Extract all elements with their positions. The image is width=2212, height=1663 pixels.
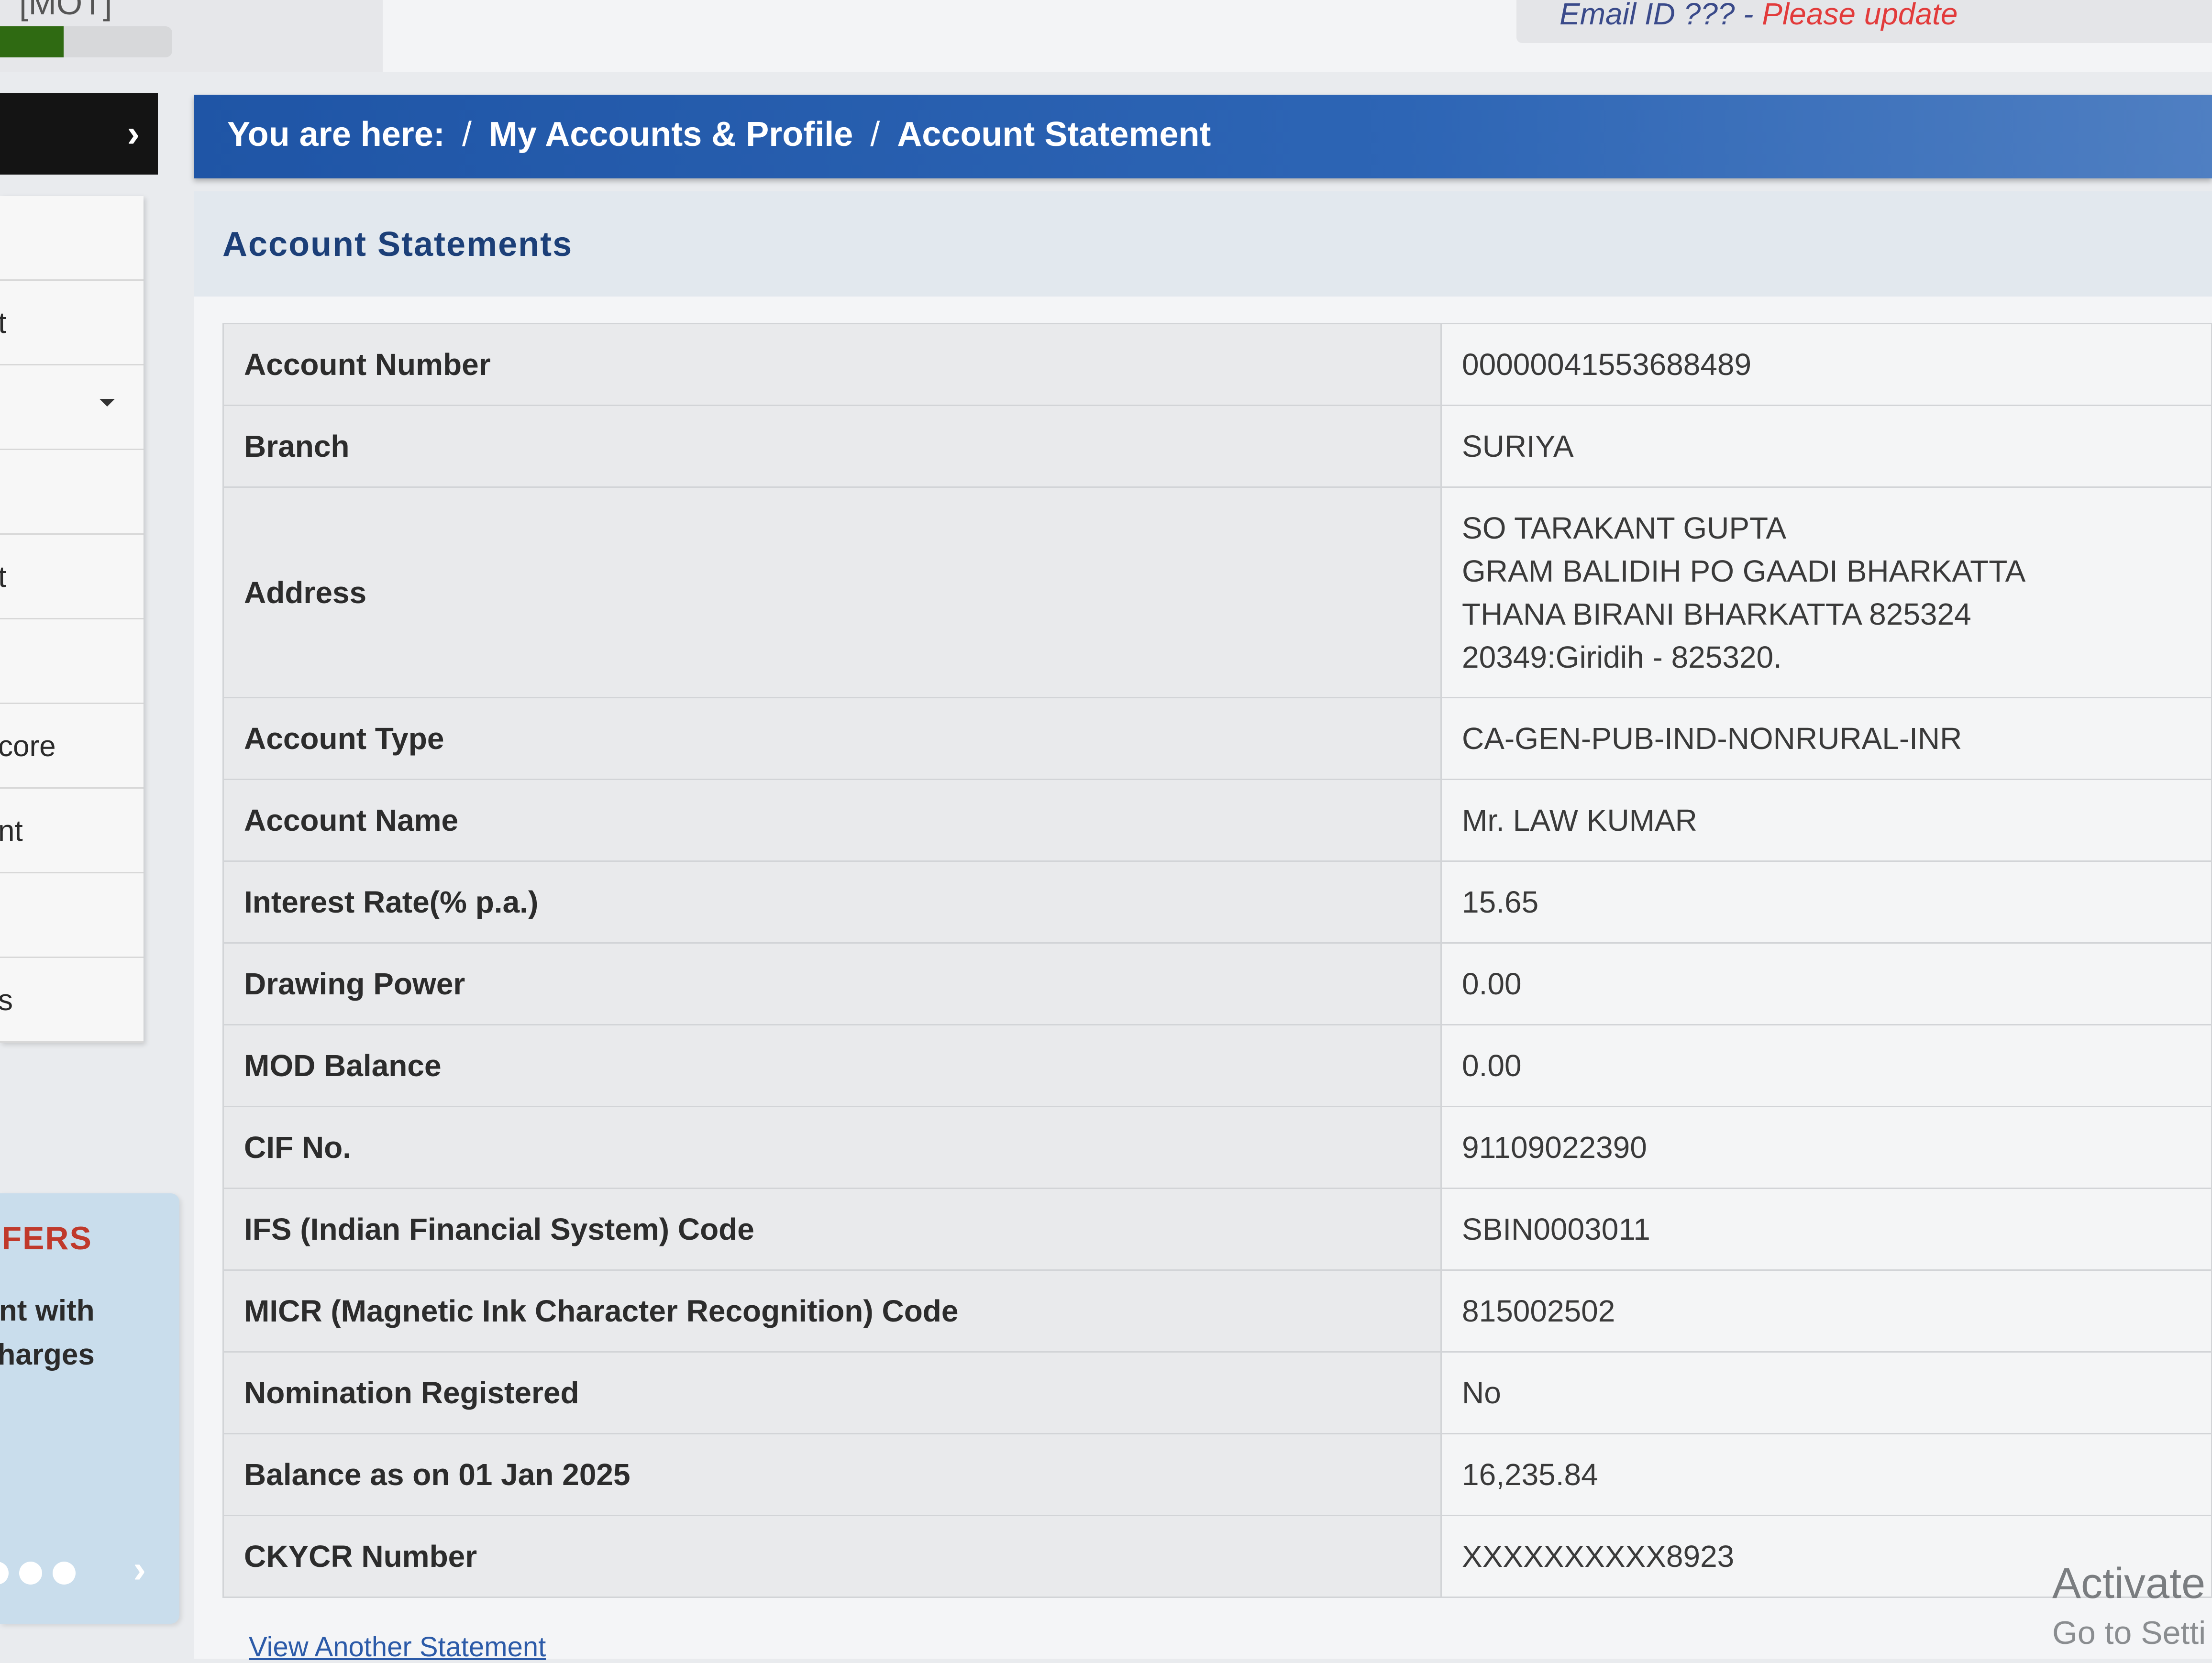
address-line: SO TARAKANT GUPTA <box>1462 510 1787 545</box>
sidebar-item[interactable] <box>0 619 144 704</box>
offers-panel[interactable]: FFERS unt with charges › <box>0 1193 179 1624</box>
table-row: MICR (Magnetic Ink Character Recognition… <box>222 1269 2212 1353</box>
left-sidebar: › t t core nt s FFERS unt with charges › <box>0 93 179 1659</box>
offers-title: FFERS <box>0 1220 92 1256</box>
field-label: CKYCR Number <box>222 1515 1442 1598</box>
table-row: Drawing Power 0.00 <box>222 942 2212 1025</box>
sidebar-item-label: t <box>0 307 7 340</box>
field-value: 15.65 <box>1440 860 2212 944</box>
table-row: IFS (Indian Financial System) Code SBIN00… <box>222 1188 2212 1271</box>
table-row: Account Number 00000041553688489 <box>222 323 2212 406</box>
panel-header: Account Statements <box>194 191 2212 297</box>
breadcrumb-account-statement: Account Statement <box>897 115 1211 154</box>
sidebar-item[interactable] <box>0 450 144 535</box>
sidebar-item[interactable]: nt <box>0 789 144 873</box>
field-value: 91109022390 <box>1440 1106 2212 1189</box>
carousel-dot[interactable] <box>19 1562 42 1585</box>
field-value: Mr. LAW KUMAR <box>1440 779 2212 862</box>
field-label: Interest Rate(% p.a.) <box>222 860 1442 944</box>
address-line: 20349:Giridih - 825320. <box>1462 639 1782 674</box>
carousel-dot[interactable] <box>0 1562 9 1585</box>
activate-watermark-sub: Go to Setti <box>2052 1615 2206 1651</box>
field-value: CA-GEN-PUB-IND-NONRURAL-INR <box>1440 697 2212 780</box>
table-row: MOD Balance 0.00 <box>222 1024 2212 1107</box>
field-value: SBIN0003011 <box>1440 1188 2212 1271</box>
sidebar-item[interactable]: core <box>0 704 144 789</box>
field-label: Branch <box>222 405 1442 488</box>
sidebar-item[interactable]: t <box>0 535 144 619</box>
email-notice: Email ID ??? - Please update <box>1559 0 1958 32</box>
field-label: MICR (Magnetic Ink Character Recognition… <box>222 1269 1442 1353</box>
sidebar-item[interactable]: t <box>0 281 144 365</box>
breadcrumb-prefix: You are here: <box>227 115 445 154</box>
table-row: Account Type CA-GEN-PUB-IND-NONRURAL-INR <box>222 697 2212 780</box>
please-update-link[interactable]: Please update <box>1762 0 1958 31</box>
carousel-dots <box>0 1562 76 1585</box>
table-row: CKYCR Number XXXXXXXXXX8923 <box>222 1515 2212 1598</box>
table-row: Balance as on 01 Jan 2025 16,235.84 <box>222 1433 2212 1516</box>
field-value: 815002502 <box>1440 1269 2212 1353</box>
table-row: Account Name Mr. LAW KUMAR <box>222 779 2212 862</box>
offers-text-line: unt with <box>0 1294 95 1327</box>
breadcrumb-separator: / <box>462 115 472 154</box>
sidebar-item[interactable] <box>0 873 144 958</box>
carousel-dot[interactable] <box>53 1562 76 1585</box>
page-title: Account Statements <box>222 225 573 264</box>
table-row: Branch SURIYA <box>222 405 2212 488</box>
account-statement-panel: Account Statements Account Number 0000004… <box>194 191 2212 1663</box>
breadcrumb-my-accounts[interactable]: My Accounts & Profile <box>489 115 853 154</box>
chevron-right-icon: › <box>127 112 140 154</box>
sidebar-item-label: core <box>0 730 56 763</box>
breadcrumb-separator: / <box>870 115 880 154</box>
sidebar-toggle[interactable]: › <box>0 93 158 175</box>
breadcrumb: You are here: / My Accounts & Profile / Acco… <box>227 115 1211 154</box>
offers-text-line: charges <box>0 1338 95 1371</box>
field-label: Drawing Power <box>222 942 1442 1025</box>
field-value: SO TARAKANT GUPTA GRAM BALIDIH PO GAADI B… <box>1440 486 2212 698</box>
address-line: GRAM BALIDIH PO GAADI BHARKATTA <box>1462 553 2026 588</box>
email-notice-box: Email ID ??? - Please update <box>1516 0 2212 43</box>
sidebar-item-label: s <box>0 984 13 1017</box>
carousel-next-icon[interactable]: › <box>133 1547 146 1591</box>
table-row: Nomination Registered No <box>222 1351 2212 1434</box>
side-menu: t t core nt s <box>0 196 144 1043</box>
field-label: CIF No. <box>222 1106 1442 1189</box>
field-value: SURIYA <box>1440 405 2212 488</box>
account-details-table: Account Number 00000041553688489 Branch SUR… <box>222 323 2212 1598</box>
sidebar-item[interactable]: s <box>0 958 144 1043</box>
field-label: Nomination Registered <box>222 1351 1442 1434</box>
profile-progress-bar <box>0 26 172 57</box>
offers-text: unt with charges <box>0 1289 153 1377</box>
field-value: No <box>1440 1351 2212 1434</box>
field-label: MOD Balance <box>222 1024 1442 1107</box>
field-value: 0.00 <box>1440 942 2212 1025</box>
field-label: IFS (Indian Financial System) Code <box>222 1188 1442 1271</box>
field-value: 0.00 <box>1440 1024 2212 1107</box>
sidebar-item-label: t <box>0 561 7 594</box>
table-row: Address SO TARAKANT GUPTA GRAM BALIDIH PO … <box>222 486 2212 698</box>
email-notice-text: Email ID ??? - <box>1559 0 1762 31</box>
activate-watermark: Activate <box>2052 1560 2206 1608</box>
table-row: CIF No. 91109022390 <box>222 1106 2212 1189</box>
top-left-text: [MOT] <box>19 0 112 22</box>
field-value: 16,235.84 <box>1440 1433 2212 1516</box>
sidebar-item-label: nt <box>0 815 23 848</box>
sidebar-item[interactable] <box>0 365 144 450</box>
field-label: Balance as on 01 Jan 2025 <box>222 1433 1442 1516</box>
top-bar: [MOT] Email ID ??? - Please update <box>0 0 2212 72</box>
address-line: THANA BIRANI BHARKATTA 825324 <box>1462 596 1971 631</box>
field-label: Account Type <box>222 697 1442 780</box>
progress-fill <box>0 26 64 57</box>
caret-down-icon <box>100 399 115 407</box>
field-label: Account Name <box>222 779 1442 862</box>
top-left-panel: [MOT] <box>0 0 383 72</box>
sidebar-item[interactable] <box>0 196 144 281</box>
view-another-statement-link[interactable]: View Another Statement <box>249 1631 546 1663</box>
field-label: Address <box>222 486 1442 698</box>
breadcrumb-bar: You are here: / My Accounts & Profile / Acco… <box>194 95 2212 178</box>
table-row: Interest Rate(% p.a.) 15.65 <box>222 860 2212 944</box>
field-value: 00000041553688489 <box>1440 323 2212 406</box>
field-label: Account Number <box>222 323 1442 406</box>
